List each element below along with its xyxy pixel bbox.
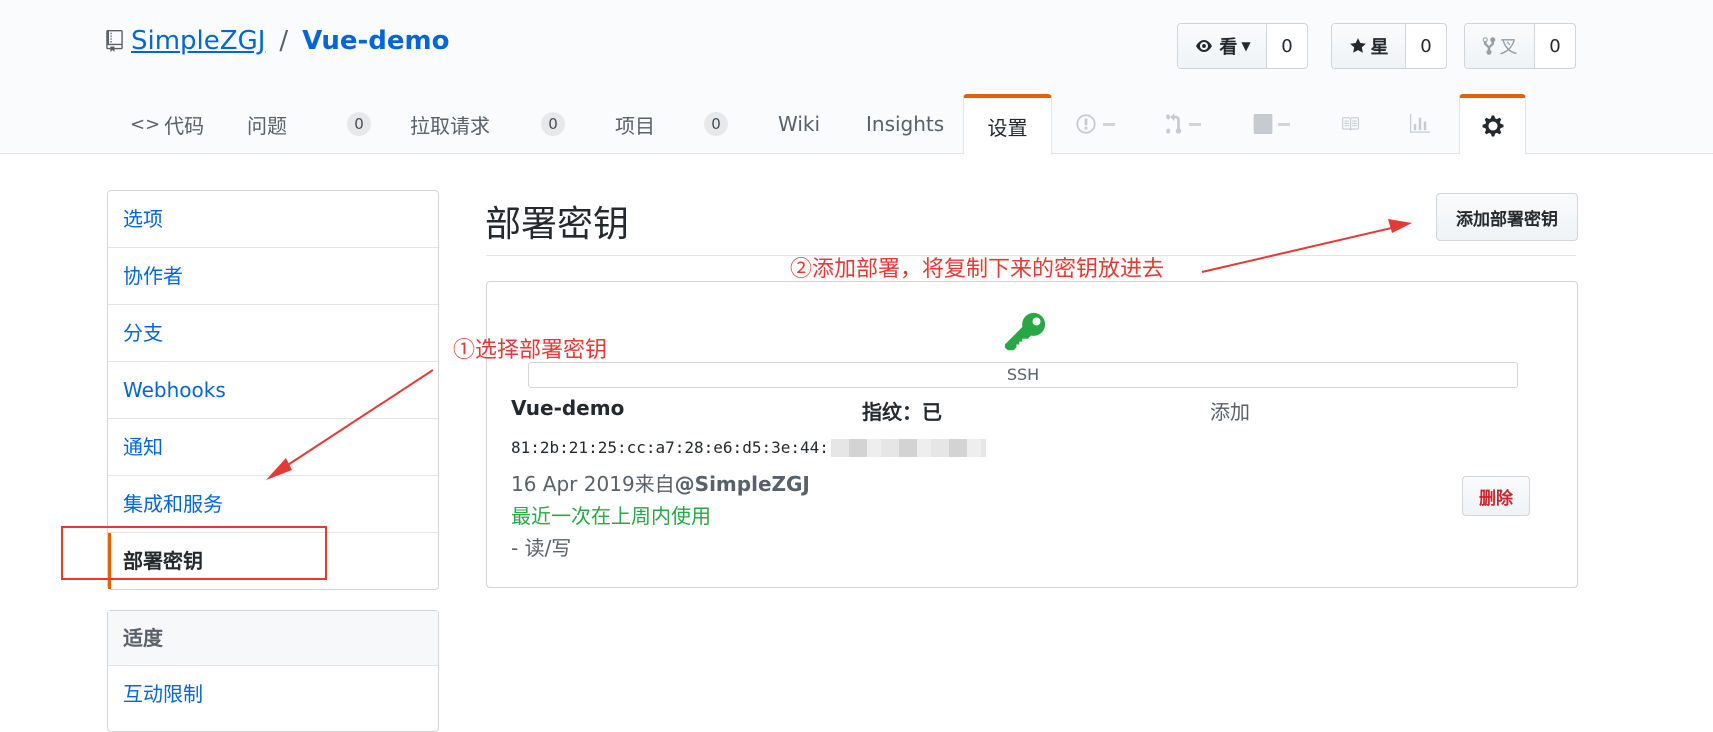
fork-button-group: 叉 0: [1464, 23, 1576, 69]
tab-projects-label: 项目: [615, 113, 655, 138]
tab-projects[interactable]: 项目: [615, 94, 655, 154]
pr-icon[interactable]: [1163, 94, 1201, 154]
key-date-user[interactable]: @SimpleZGJ: [675, 472, 810, 496]
ssh-label: SSH: [528, 362, 1518, 388]
gear-icon: [1482, 115, 1503, 137]
sidebar-item-options[interactable]: 选项: [108, 191, 438, 248]
key-icon: [1004, 312, 1046, 351]
repo-owner-link[interactable]: SimpleZGJ: [131, 26, 265, 56]
projects-count-badge: 0: [704, 112, 728, 136]
star-button-group: 星 0: [1331, 23, 1447, 69]
key-fingerprint-label: 指纹：已: [862, 400, 942, 424]
key-access: - 读/写: [511, 536, 572, 560]
watch-count[interactable]: 0: [1267, 24, 1307, 68]
tab-pulls-label: 拉取请求: [410, 113, 490, 138]
issues-count-badge: 0: [347, 112, 371, 136]
issue-icon[interactable]: [1075, 94, 1115, 154]
key-fingerprint: 81:2b:21:25:cc:a7:28:e6:d5:3e:44:: [511, 438, 986, 457]
sidebar-item-integrations[interactable]: 集成和服务: [108, 476, 438, 533]
fork-count[interactable]: 0: [1535, 24, 1575, 68]
tab-insights-label: Insights: [866, 112, 945, 136]
repo-separator: /: [279, 26, 289, 56]
sidebar-item-branches[interactable]: 分支: [108, 305, 438, 362]
key-last-used: 最近一次在上周内使用: [511, 504, 711, 528]
pulls-count-badge: 0: [541, 112, 565, 136]
watch-button[interactable]: 看 ▼: [1178, 24, 1267, 68]
delete-key-button[interactable]: 删除: [1462, 476, 1530, 516]
star-button[interactable]: 星: [1332, 24, 1406, 68]
key-date: 16 Apr 2019来自@SimpleZGJ: [511, 468, 810, 497]
tab-settings[interactable]: 设置: [963, 94, 1052, 155]
add-deploy-key-button[interactable]: 添加部署密钥: [1436, 193, 1578, 241]
tab-code-label: 代码: [164, 113, 205, 138]
code-icon: <>: [130, 113, 161, 135]
arrow-step2: [1201, 225, 1401, 273]
sidebar-item-notifications[interactable]: 通知: [108, 419, 438, 476]
key-added-label: 添加: [1210, 400, 1250, 424]
repo-icon: [106, 30, 123, 52]
sidebar-item-collaborators[interactable]: 协作者: [108, 248, 438, 305]
fork-icon: [1482, 37, 1495, 55]
eye-icon: [1196, 40, 1213, 52]
redacted-block: [830, 438, 986, 457]
star-count[interactable]: 0: [1406, 24, 1446, 68]
annotation-step2: ②添加部署，将复制下来的密钥放进去: [790, 257, 1165, 282]
project-icon[interactable]: [1252, 94, 1290, 154]
tab-issues[interactable]: 问题: [247, 94, 287, 154]
fork-label: 叉: [1499, 37, 1518, 58]
key-date-prefix: 16 Apr 2019来自: [511, 472, 675, 496]
deploy-key-item: SSH Vue-demo 指纹：已 添加 81:2b:21:25:cc:a7:2…: [486, 281, 1578, 588]
sidebar-item-webhooks[interactable]: Webhooks: [108, 362, 438, 419]
tab-issues-label: 问题: [247, 113, 287, 138]
tab-code[interactable]: <> 代码: [130, 94, 204, 154]
tab-pulls[interactable]: 拉取请求: [410, 94, 490, 154]
repo-name-link[interactable]: Vue-demo: [302, 26, 449, 56]
key-title: Vue-demo: [511, 396, 625, 420]
annotation-highlight-box: [61, 526, 327, 580]
wiki-icon[interactable]: [1339, 94, 1361, 154]
tab-issues-count-wrap: 0: [337, 94, 371, 154]
watch-label: 看: [1219, 37, 1238, 58]
annotation-step1: ①选择部署密钥: [453, 338, 608, 363]
key-fingerprint-value: 81:2b:21:25:cc:a7:28:e6:d5:3e:44:: [511, 438, 829, 457]
star-icon: [1349, 38, 1366, 53]
repo-nav-tabs: <> 代码 问题 0 拉取请求 0 项目 0 Wiki Insights 设置: [0, 94, 1713, 155]
star-label: 星: [1370, 37, 1389, 58]
tab-wiki[interactable]: Wiki: [778, 94, 820, 154]
tab-pulls-count-wrap: 0: [531, 94, 565, 154]
graph-icon[interactable]: [1409, 94, 1431, 154]
tab-wiki-label: Wiki: [778, 112, 821, 136]
settings-gear-tab[interactable]: [1459, 94, 1526, 155]
chevron-down-icon: ▼: [1241, 39, 1251, 53]
tab-projects-count-wrap: 0: [694, 94, 728, 154]
repo-title: SimpleZGJ / Vue-demo: [106, 26, 450, 56]
arrow-step2-head: [1388, 219, 1412, 233]
fork-button[interactable]: 叉: [1465, 24, 1535, 68]
page-title: 部署密钥: [485, 204, 630, 245]
tab-settings-label: 设置: [987, 115, 1028, 140]
tab-insights[interactable]: Insights: [866, 94, 944, 154]
watch-button-group: 看 ▼ 0: [1177, 23, 1308, 69]
moderation-heading: 适度: [108, 611, 438, 666]
